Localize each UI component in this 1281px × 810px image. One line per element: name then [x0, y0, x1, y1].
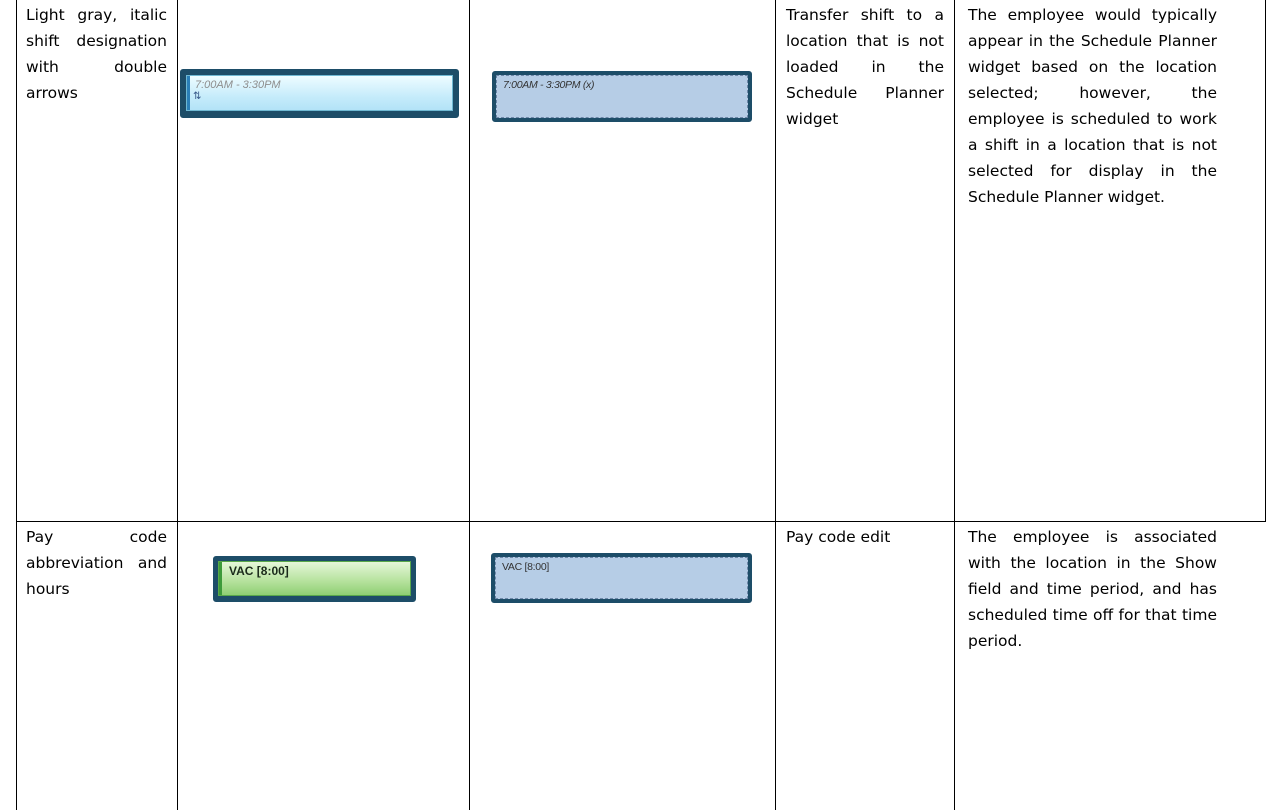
indicator-cell: Light gray, italic shift designation wit… — [26, 6, 167, 102]
description-cell: The employee is associated with the loca… — [968, 528, 1217, 650]
meaning-cell: Transfer shift to a location that is not… — [786, 6, 944, 128]
transfer-shift-bar: 7:00AM - 3:30PM ⇅ — [186, 75, 453, 111]
shift-time-label: 7:00AM - 3:30PM (x) — [503, 79, 595, 91]
paycode-label: VAC [8:00] — [229, 564, 289, 578]
paycode-bar: VAC [8:00] — [218, 561, 411, 596]
table-border-right — [1265, 0, 1266, 522]
description-cell: The employee would typically appear in t… — [968, 6, 1217, 206]
shift-accent-stripe — [187, 76, 190, 110]
column-divider — [775, 0, 776, 810]
transfer-shift-image: 7:00AM - 3:30PM ⇅ — [180, 69, 459, 118]
shift-time-label: 7:00AM - 3:30PM — [195, 79, 281, 91]
row-divider — [16, 521, 1266, 522]
meaning-cell: Pay code edit — [786, 528, 891, 546]
table-border-left — [16, 0, 17, 810]
planner-paycode-bar: VAC [8:00] — [495, 557, 748, 599]
column-divider — [954, 0, 955, 810]
planner-shift-image: 7:00AM - 3:30PM (x) — [492, 71, 752, 122]
indicator-cell: Pay code abbreviation and hours — [26, 528, 167, 598]
planner-paycode-image: VAC [8:00] — [491, 553, 752, 603]
paycode-shift-image: VAC [8:00] — [213, 556, 416, 602]
column-divider — [469, 0, 470, 810]
double-arrows-icon: ⇅ — [193, 91, 202, 102]
planner-shift-bar: 7:00AM - 3:30PM (x) — [496, 75, 748, 118]
paycode-accent-stripe — [219, 562, 222, 595]
column-divider — [177, 0, 178, 810]
paycode-label: VAC [8:00] — [502, 561, 549, 573]
